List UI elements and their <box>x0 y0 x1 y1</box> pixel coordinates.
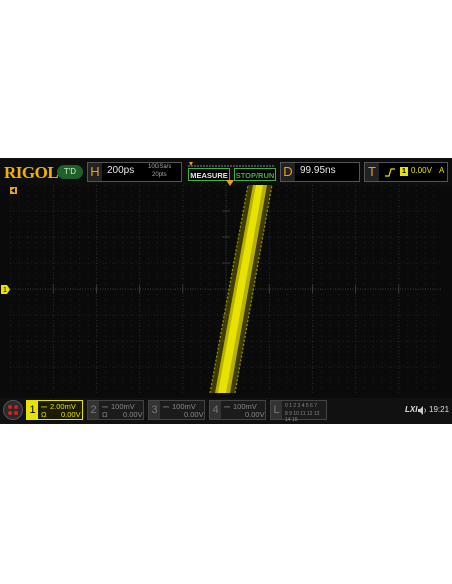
channel-1-offset: 0.00V <box>61 410 81 419</box>
stop-run-button[interactable]: STOP/RUN <box>234 168 276 181</box>
delay-value: 99.95ns <box>300 165 336 176</box>
channel-3-offset: 0.00V <box>184 410 204 419</box>
bottom-status-bar: 1 ⎓ 2.00mV Ω 0.00V 2 ⎓ 100mV Ω 0.00V 3 ⎓… <box>0 398 452 424</box>
oscilloscope-screen: RIGOL T'D H 200ps 10GSa/s 20pts MEASURE … <box>0 158 452 424</box>
logic-channels-row-2: 8 9 10 11 12 13 14 15 <box>285 411 320 423</box>
trigger-time-marker-icon <box>226 180 234 186</box>
delay-box[interactable]: D 99.95ns <box>280 162 360 182</box>
dc-coupling-icon: ⎓ <box>224 402 230 411</box>
trigger-level: 0.00V <box>411 166 432 175</box>
horizontal-label: H <box>88 163 102 181</box>
channel-4-offset: 0.00V <box>245 410 265 419</box>
channel-2-impedance: Ω <box>102 410 108 419</box>
rising-edge-icon <box>385 168 395 177</box>
channel-1-number: 1 <box>27 401 38 419</box>
trigger-box[interactable]: T 1 0.00V A <box>364 162 448 182</box>
delay-label: D <box>281 163 295 181</box>
measure-button[interactable]: MEASURE <box>188 168 230 181</box>
channel-2-box[interactable]: 2 ⎓ 100mV Ω 0.00V <box>87 400 144 420</box>
navigation-menu-icon[interactable] <box>3 400 23 420</box>
channel-3-number: 3 <box>149 401 160 419</box>
channel-2-number: 2 <box>88 401 99 419</box>
trigger-position-marker-icon <box>189 162 193 166</box>
speaker-icon[interactable] <box>418 406 427 415</box>
logic-analyzer-box[interactable]: L 0 1 2 3 4 5 6 7 8 9 10 11 12 13 14 15 <box>270 400 327 423</box>
timebase-value: 200ps <box>107 165 135 176</box>
trigger-source-badge: 1 <box>400 167 408 176</box>
channel-1-impedance: Ω <box>41 410 47 419</box>
channel-4-box[interactable]: 4 ⎓ 100mV 0.00V <box>209 400 266 420</box>
clock-time: 19:21 <box>429 405 450 414</box>
trigger-level-marker-icon[interactable] <box>10 187 18 195</box>
svg-text:1: 1 <box>3 287 7 294</box>
dc-coupling-icon: ⎓ <box>163 402 169 411</box>
memory-depth: 20pts <box>152 172 167 178</box>
waveform-display[interactable] <box>10 185 442 393</box>
lxi-logo: LXI <box>405 405 418 414</box>
horizontal-timebase-box[interactable]: H 200ps 10GSa/s 20pts <box>87 162 182 182</box>
trigger-mode: A <box>439 166 445 175</box>
logic-label: L <box>271 401 282 419</box>
channel-3-box[interactable]: 3 ⎓ 100mV 0.00V <box>148 400 205 420</box>
channel-4-number: 4 <box>210 401 221 419</box>
time-domain-button[interactable]: T'D <box>57 165 83 179</box>
sample-rate: 10GSa/s <box>148 164 172 170</box>
channel-2-offset: 0.00V <box>123 410 143 419</box>
trigger-label: T <box>365 163 379 181</box>
channel-1-box[interactable]: 1 ⎓ 2.00mV Ω 0.00V <box>26 400 83 420</box>
ch1-offset-marker-icon[interactable]: 1 <box>1 285 10 294</box>
brand-logo: RIGOL <box>4 163 59 182</box>
logic-channels-row-1: 0 1 2 3 4 5 6 7 <box>285 403 317 409</box>
